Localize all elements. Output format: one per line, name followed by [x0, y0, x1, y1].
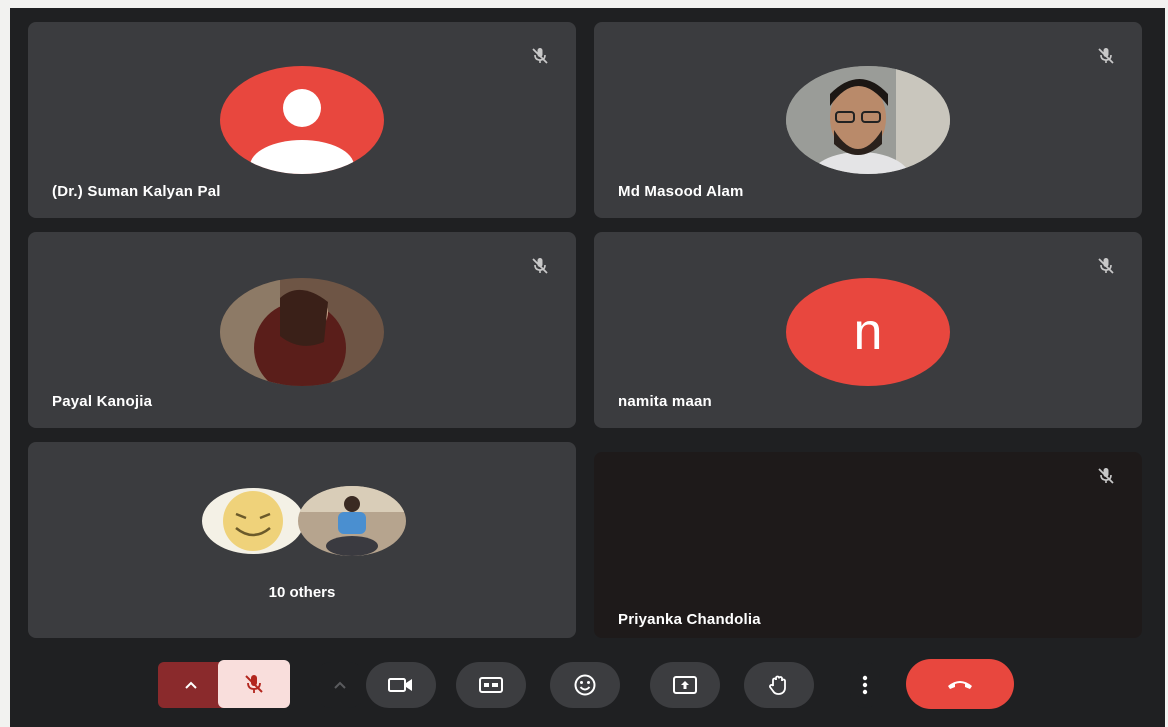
others-tile[interactable]: 10 others [28, 442, 576, 638]
profile-photo [298, 486, 406, 556]
participant-tile[interactable]: n namita maan [594, 232, 1142, 428]
others-count-label: 10 others [268, 584, 336, 601]
mic-off-icon [1098, 48, 1114, 64]
participant-name: (Dr.) Suman Kalyan Pal [52, 183, 221, 200]
participant-name: Priyanka Chandolia [618, 611, 761, 628]
participant-tile[interactable]: Md Masood Alam [594, 22, 1142, 218]
mic-off-icon [532, 48, 548, 64]
video-options-button[interactable] [310, 662, 370, 708]
present-button[interactable] [650, 662, 720, 708]
mic-off-icon [245, 675, 263, 693]
chevron-up-icon [185, 681, 197, 689]
smiley-avatar [200, 486, 306, 556]
emoji-button[interactable] [550, 662, 620, 708]
profile-photo [220, 278, 384, 386]
mic-toggle-button[interactable] [218, 660, 290, 708]
end-call-button[interactable] [906, 659, 1014, 709]
raise-hand-icon [769, 675, 786, 695]
camera-icon [388, 678, 412, 692]
call-controls-bar [10, 648, 1165, 727]
participant-name: Payal Kanojia [52, 393, 153, 410]
participant-tile[interactable]: Priyanka Chandolia [594, 452, 1142, 638]
default-person-icon [220, 66, 384, 174]
end-call-icon [948, 681, 972, 689]
meeting-stage: (Dr.) Suman Kalyan Pal Md Masood Alam Pa… [10, 8, 1165, 727]
profile-photo [786, 66, 950, 174]
raise-hand-button[interactable] [744, 662, 814, 708]
participant-name: Md Masood Alam [618, 183, 744, 200]
participant-name: namita maan [618, 393, 712, 410]
mic-off-icon [1098, 468, 1114, 484]
emoji-icon [574, 674, 596, 696]
chevron-up-icon [334, 681, 346, 689]
letter-avatar: n [786, 278, 950, 386]
avatar-letter: n [853, 303, 883, 361]
participant-tile[interactable]: (Dr.) Suman Kalyan Pal [28, 22, 576, 218]
captions-icon [479, 677, 503, 693]
present-screen-icon [673, 676, 697, 694]
audio-options-button[interactable] [158, 662, 224, 708]
camera-button[interactable] [366, 662, 436, 708]
captions-button[interactable] [456, 662, 526, 708]
more-options-button[interactable] [850, 662, 880, 708]
mic-off-icon [1098, 258, 1114, 274]
mic-off-icon [532, 258, 548, 274]
more-options-icon [862, 675, 868, 695]
participant-tile[interactable]: Payal Kanojia [28, 232, 576, 428]
